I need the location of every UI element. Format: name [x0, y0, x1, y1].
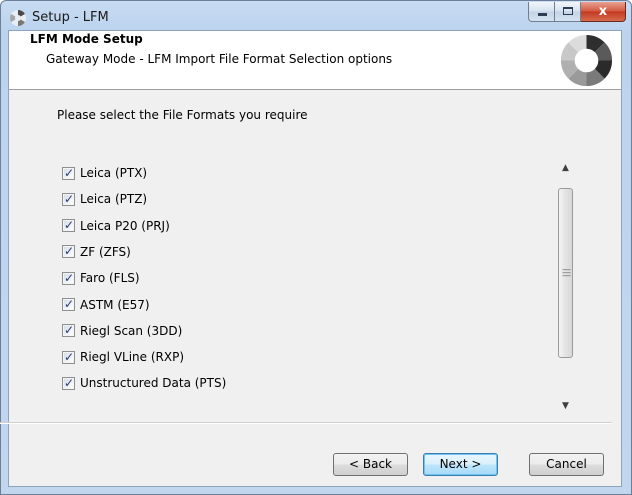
check-icon: ✓	[64, 375, 75, 390]
format-checkbox-item[interactable]: ✓ Riegl Scan (3DD)	[62, 322, 182, 340]
checkbox[interactable]: ✓	[62, 323, 75, 338]
close-icon: x	[598, 4, 608, 19]
checkbox[interactable]: ✓	[62, 165, 75, 180]
scroll-grip-icon: — — —	[562, 265, 571, 281]
checkbox[interactable]: ✓	[62, 270, 75, 285]
checkbox[interactable]: ✓	[62, 375, 75, 390]
format-checkbox-item[interactable]: ✓ ASTM (E57)	[62, 296, 150, 314]
format-label: Riegl Scan (3DD)	[80, 323, 183, 338]
format-checkbox-item[interactable]: ✓ Faro (FLS)	[62, 269, 140, 287]
format-label: Unstructured Data (PTS)	[80, 376, 227, 391]
format-checkbox-item[interactable]: ✓ Leica (PTZ)	[62, 190, 147, 208]
format-label: ASTM (E57)	[80, 297, 150, 312]
scrollbar-thumb[interactable]: — — —	[558, 188, 573, 358]
minimize-icon	[538, 13, 547, 16]
checkbox[interactable]: ✓	[62, 191, 75, 206]
list-scrollbar[interactable]: ▲ — — — ▼	[556, 163, 575, 421]
format-checkbox-item[interactable]: ✓ Unstructured Data (PTS)	[62, 374, 226, 392]
header-title: LFM Mode Setup	[30, 32, 143, 46]
setup-spinner-logo	[560, 34, 613, 87]
format-checkbox-item[interactable]: ✓ Leica (PTX)	[62, 164, 147, 182]
format-checkbox-item[interactable]: ✓ Leica P20 (PRJ)	[62, 217, 170, 235]
caption-buttons: x	[528, 2, 626, 22]
format-checkbox-item[interactable]: ✓ ZF (ZFS)	[62, 243, 131, 261]
check-icon: ✓	[64, 218, 75, 233]
cancel-button[interactable]: Cancel	[529, 453, 604, 476]
check-icon: ✓	[64, 297, 75, 311]
check-icon: ✓	[64, 191, 75, 206]
minimize-button[interactable]	[528, 2, 555, 22]
next-button[interactable]: Next >	[423, 453, 498, 476]
window-title: Setup - LFM	[32, 10, 109, 25]
setup-spinner-icon	[10, 10, 26, 26]
format-label: Leica P20 (PRJ)	[80, 218, 170, 233]
format-label: Leica (PTX)	[80, 166, 148, 180]
checkbox[interactable]: ✓	[62, 349, 75, 364]
scroll-down-arrow-icon[interactable]: ▼	[556, 398, 575, 415]
maximize-button[interactable]	[555, 2, 581, 22]
check-icon: ✓	[64, 244, 75, 259]
format-checkbox-item[interactable]: ✓ Riegl VLine (RXP)	[62, 348, 184, 366]
close-button[interactable]: x	[581, 2, 626, 22]
file-format-list: ✓ Leica (PTX) ✓ Leica (PTZ) ✓ Leica P20 (PRJ)…	[57, 135, 582, 398]
check-icon: ✓	[64, 165, 75, 180]
format-label: ZF (ZFS)	[80, 244, 131, 259]
check-icon: ✓	[64, 270, 75, 285]
checkbox[interactable]: ✓	[62, 297, 75, 311]
format-label: Faro (FLS)	[80, 271, 140, 286]
format-label: Riegl VLine (RXP)	[80, 350, 185, 365]
format-prompt: Please select the File Formats you requi…	[57, 108, 308, 122]
maximize-icon	[563, 7, 573, 15]
check-icon: ✓	[64, 349, 75, 364]
checkbox[interactable]: ✓	[62, 218, 75, 233]
check-icon: ✓	[64, 323, 75, 338]
checkbox[interactable]: ✓	[62, 244, 75, 259]
back-button[interactable]: < Back	[333, 453, 408, 476]
scroll-up-arrow-icon[interactable]: ▲	[556, 160, 575, 177]
format-label: Leica (PTZ)	[80, 192, 148, 207]
footer-divider-highlight	[0, 423, 612, 424]
header-subtitle: Gateway Mode - LFM Import File Format Se…	[46, 52, 393, 66]
